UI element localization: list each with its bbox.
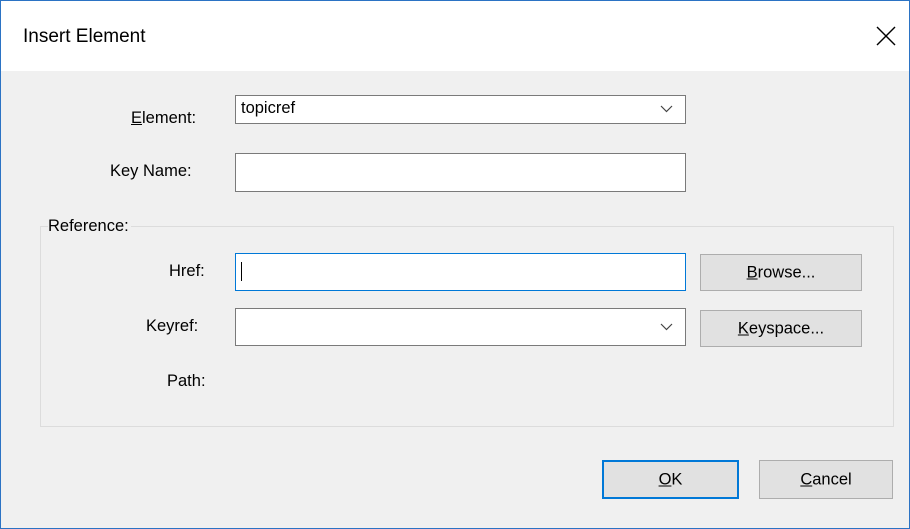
title-bar: Insert Element <box>1 1 909 71</box>
key-name-input[interactable] <box>235 153 686 192</box>
chevron-down-icon <box>660 105 673 113</box>
chevron-down-icon <box>660 323 673 331</box>
reference-group-label: Reference: <box>48 217 131 236</box>
element-select[interactable]: topicref <box>235 95 686 124</box>
keyref-label: Keyref: <box>146 317 199 335</box>
path-label: Path: <box>167 372 206 390</box>
ok-button[interactable]: OK <box>602 460 739 499</box>
cancel-button-label: Cancel <box>800 470 852 488</box>
href-label: Href: <box>169 262 205 280</box>
keyspace-button-label: Keyspace... <box>737 319 825 337</box>
browse-button-label: Browse... <box>746 263 816 281</box>
href-input[interactable] <box>235 253 686 291</box>
close-icon <box>876 26 896 46</box>
keyref-select[interactable] <box>235 308 686 346</box>
keyspace-button[interactable]: Keyspace... <box>700 310 862 347</box>
ok-button-label: OK <box>658 470 683 488</box>
element-select-value: topicref <box>241 99 296 117</box>
key-name-label: Key Name: <box>110 162 192 180</box>
element-label: Element: <box>131 109 197 127</box>
dialog-title: Insert Element <box>23 26 146 47</box>
cancel-button[interactable]: Cancel <box>759 460 893 499</box>
browse-button[interactable]: Browse... <box>700 254 862 291</box>
close-button[interactable] <box>863 1 909 71</box>
text-caret <box>241 262 242 281</box>
insert-element-dialog: Insert Element Element: topicref Key Nam… <box>0 0 910 529</box>
